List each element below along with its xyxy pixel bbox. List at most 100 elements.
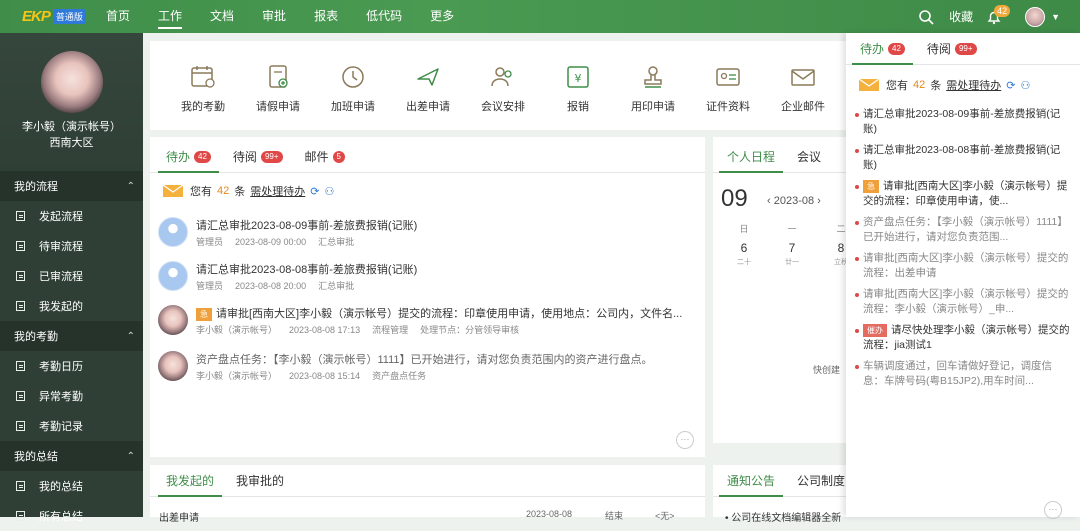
app-leave-request[interactable]: 请假申请: [243, 63, 313, 114]
list-item[interactable]: 资产盘点任务：【李小毅（演示帐号）1111】已开始进行，请对您负责范围内的资产进…: [158, 349, 678, 389]
sidebar-item-pending-process[interactable]: 待审流程: [0, 231, 143, 261]
chevron-up-icon: ⌃: [126, 180, 135, 192]
tab-mail[interactable]: 邮件 5: [297, 148, 353, 172]
list-item[interactable]: 请汇总审批2023-08-08事前-差旅费报销(记账) 管理员 2023-08-0…: [158, 259, 678, 299]
tab-notice[interactable]: 通知公告: [719, 472, 784, 497]
app-reimbursement[interactable]: ¥ 报销: [543, 63, 613, 114]
drawer-item[interactable]: 请汇总审批2023-08-09事前-差旅费报销(记账): [855, 107, 1071, 137]
logo[interactable]: EKP 普通版: [0, 0, 100, 33]
list-item[interactable]: 急请审批[西南大区]李小毅（演示帐号）提交的流程：印章使用申请，使用地点：公司内…: [158, 303, 682, 343]
todo-title-row[interactable]: 急请审批[西南大区]李小毅（演示帐号）提交的流程：印章使用申请，使用地点：公司内…: [196, 305, 682, 321]
drawer-item[interactable]: 急请审批[西南大区]李小毅（演示帐号）提交的流程：印章使用申请，使...: [855, 179, 1071, 209]
drawer-more-button[interactable]: ···: [1044, 501, 1062, 519]
nav-reports[interactable]: 报表: [314, 0, 338, 33]
tab-to-read[interactable]: 待阅 99+: [225, 148, 291, 172]
user-avatar[interactable]: [1025, 6, 1046, 27]
drawer-tab-to-read[interactable]: 待阅 99+: [919, 40, 985, 64]
profile-avatar[interactable]: [40, 51, 103, 113]
tab-company-policy[interactable]: 公司制度: [789, 472, 853, 496]
nav-work[interactable]: 工作: [158, 0, 183, 33]
document-icon: [16, 511, 25, 521]
weekday-label: 日: [739, 224, 749, 234]
user-menu-caret-icon[interactable]: ▼: [1051, 12, 1060, 22]
app-meeting[interactable]: 会议安排: [468, 63, 538, 114]
tab-meetings[interactable]: 会议: [789, 148, 829, 172]
month-switcher[interactable]: ‹ 2023-08 ›: [767, 195, 821, 207]
todo-title[interactable]: 请汇总审批2023-08-08事前-差旅费报销(记账): [196, 261, 417, 277]
nav-lowcode[interactable]: 低代码: [366, 0, 402, 33]
sidebar-item-approved-process[interactable]: 已审流程: [0, 261, 143, 291]
app-label: 会议安排: [481, 101, 525, 113]
row-date: 2023-08-08: [526, 509, 573, 519]
sidebar-group-my-summary[interactable]: 我的总结 ⌃: [0, 441, 143, 471]
unread-dot: [855, 113, 859, 117]
search-icon[interactable]: [917, 8, 935, 26]
nav-approval[interactable]: 审批: [262, 0, 286, 33]
refresh-icon[interactable]: ⟳: [310, 185, 319, 198]
todo-title: 请审批[西南大区]李小毅（演示帐号）提交的流程：印章使用申请，使用地点：公司内，…: [216, 308, 683, 320]
nav-more[interactable]: 更多: [430, 0, 454, 33]
app-certificates[interactable]: 证件资料: [693, 63, 763, 114]
drawer-item[interactable]: 车辆调度通过，回车请做好登记，调度信息：车牌号码(粤B15JP2),用车时间..…: [855, 359, 1071, 389]
user-icon[interactable]: ⚇: [1020, 79, 1030, 92]
todo-category: 资产盘点任务: [372, 371, 427, 381]
todo-title[interactable]: 资产盘点任务：【李小毅（演示帐号）1111】已开始进行，请对您负责范围内的资产进…: [196, 351, 653, 367]
drawer-item[interactable]: 请审批[西南大区]李小毅（演示帐号）提交的流程：李小毅（演示帐号）_申...: [855, 287, 1071, 317]
app-business-trip[interactable]: 出差申请: [393, 63, 463, 114]
drawer-item[interactable]: 催办 请尽快处理李小毅（演示帐号）提交的流程：jia测试1: [855, 323, 1071, 353]
drawer-item-text: 请汇总审批2023-08-08事前-差旅费报销(记账): [863, 144, 1061, 171]
app-company-mail[interactable]: 企业邮件: [768, 63, 838, 114]
sidebar-item-all-summary[interactable]: 所有总结: [0, 501, 143, 531]
sidebar-item-attendance-records[interactable]: 考勤记录: [0, 411, 143, 441]
todo-title[interactable]: 请汇总审批2023-08-09事前-差旅费报销(记账): [196, 217, 417, 233]
list-item[interactable]: 请汇总审批2023-08-09事前-差旅费报销(记账) 管理员 2023-08-0…: [158, 215, 678, 255]
sidebar-item-my-started[interactable]: 我发起的: [0, 291, 143, 321]
calendar-month: 2023-08: [773, 195, 815, 207]
tab-personal-schedule[interactable]: 个人日程: [719, 148, 784, 173]
calendar-date[interactable]: 6: [729, 241, 759, 255]
drawer-tab-todo[interactable]: 待办 42: [852, 40, 913, 65]
user-icon[interactable]: ⚇: [324, 185, 334, 198]
nav-home[interactable]: 首页: [106, 0, 130, 33]
document-plus-icon: [269, 65, 288, 88]
notification-button[interactable]: 42: [985, 4, 1011, 26]
tab-label: 待阅: [232, 150, 257, 164]
more-button[interactable]: ···: [676, 431, 694, 449]
calendar-date[interactable]: 7: [777, 241, 807, 255]
summary-prefix: 您有: [190, 186, 212, 198]
todo-category: 汇总审批: [318, 237, 355, 247]
drawer-item[interactable]: 请审批[西南大区]李小毅（演示帐号）提交的流程：出差申请: [855, 251, 1071, 281]
drawer-item[interactable]: 请汇总审批2023-08-08事前-差旅费报销(记账): [855, 143, 1071, 173]
stamp-icon: [644, 66, 662, 88]
sidebar-item-my-summary[interactable]: 我的总结: [0, 471, 143, 501]
sidebar-item-abnormal-attendance[interactable]: 异常考勤: [0, 381, 143, 411]
summary-unit: 条: [930, 80, 942, 92]
summary-count: 42: [913, 79, 926, 91]
sidebar-group-my-attendance[interactable]: 我的考勤 ⌃: [0, 321, 143, 351]
sidebar-item-label: 待审流程: [39, 241, 83, 253]
todo-meta: 管理员 2023-08-09 00:00 汇总审批: [196, 235, 366, 248]
pending-todo-link[interactable]: 需处理待办: [250, 183, 305, 199]
app-my-attendance[interactable]: 我的考勤: [168, 63, 238, 114]
pending-todo-link[interactable]: 需处理待办: [946, 77, 1001, 93]
sidebar-item-attendance-calendar[interactable]: 考勤日历: [0, 351, 143, 381]
tab-my-started[interactable]: 我发起的: [158, 472, 223, 497]
tab-label: 待办: [166, 150, 191, 164]
nav-docs[interactable]: 文档: [210, 0, 234, 33]
quick-create-link[interactable]: 快创建: [813, 363, 840, 376]
tab-my-approved[interactable]: 我审批的: [228, 472, 292, 496]
app-overtime-request[interactable]: 加班申请: [318, 63, 388, 114]
avatar: [158, 305, 188, 335]
unread-dot: [855, 257, 859, 261]
started-tabs: 我发起的 我审批的: [150, 465, 705, 497]
sidebar-group-my-process[interactable]: 我的流程 ⌃: [0, 171, 143, 201]
drawer-item-text: 车辆调度通过，回车请做好登记，调度信息：车牌号码(粤B15JP2),用车时间..…: [863, 360, 1052, 387]
drawer-item[interactable]: 资产盘点任务：【李小毅（演示帐号）1111】已开始进行，请对您负责范围...: [855, 215, 1071, 245]
tab-todo[interactable]: 待办 42: [158, 148, 219, 173]
sidebar-item-start-process[interactable]: 发起流程: [0, 201, 143, 231]
favorites-link[interactable]: 收藏: [949, 8, 973, 25]
drawer-item-text: 请审批[西南大区]李小毅（演示帐号）提交的流程：印章使用申请，使...: [863, 180, 1068, 207]
refresh-icon[interactable]: ⟳: [1006, 79, 1015, 92]
drawer-summary: 您有 42 条 需处理待办 ⟳ ⚇: [846, 65, 1080, 93]
app-seal-request[interactable]: 用印申请: [618, 63, 688, 114]
